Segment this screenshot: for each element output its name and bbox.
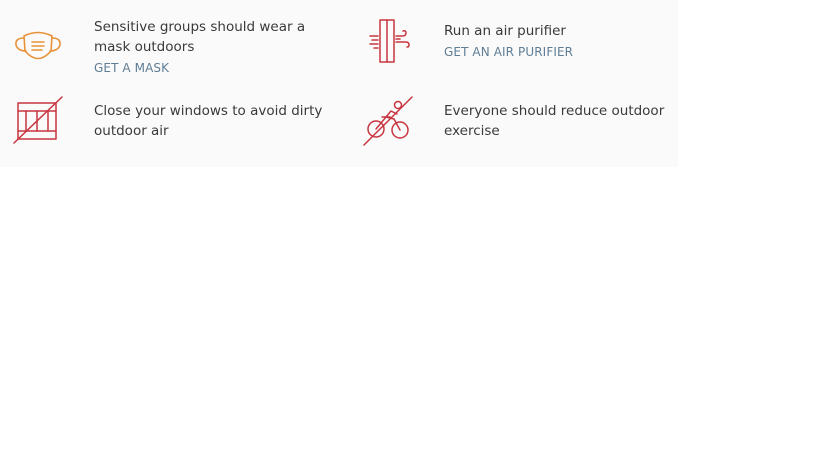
closed-window-icon <box>10 93 66 149</box>
recommendation-text: Sensitive groups should wear a mask outd… <box>94 19 306 55</box>
get-mask-link[interactable]: GET A MASK <box>94 60 344 76</box>
no-cycling-icon <box>360 93 416 149</box>
recommendation-text: Run an air purifier <box>444 23 566 39</box>
air-purifier-icon <box>362 14 418 70</box>
face-mask-icon <box>10 18 66 74</box>
recommendation-text: Close your windows to avoid dirty outdoo… <box>94 103 323 139</box>
get-air-purifier-link[interactable]: GET AN AIR PURIFIER <box>444 44 674 60</box>
recommendation-text: Everyone should reduce outdoor exercise <box>444 103 665 139</box>
health-recommendations-panel: Sensitive groups should wear a mask outd… <box>0 0 678 167</box>
